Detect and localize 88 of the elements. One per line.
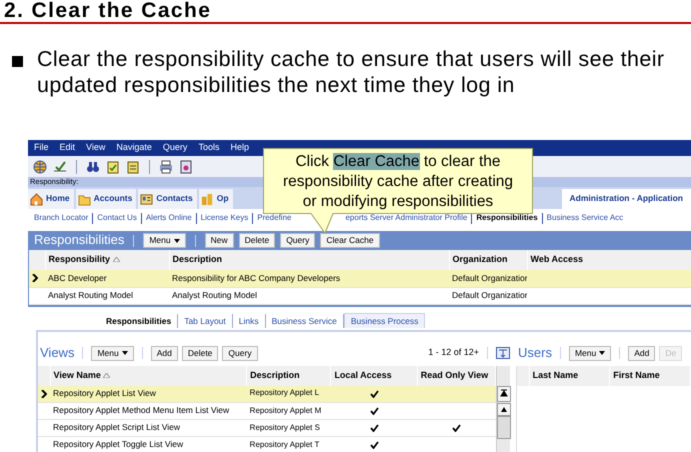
menu-button[interactable]: Menu <box>143 233 186 248</box>
column-header[interactable]: Description <box>246 366 331 386</box>
column-header[interactable]: Local Access <box>330 366 418 386</box>
nav-link[interactable]: eports Server Administrator Profile <box>341 214 472 222</box>
table-cell: Analyst Routing Model <box>169 287 449 304</box>
folder-icon <box>78 192 91 206</box>
table-cell: Repository Applet Toggle List View <box>50 436 247 452</box>
nav-link[interactable]: Contact Us <box>93 214 141 222</box>
nav-link[interactable]: Alerts Online <box>142 214 196 222</box>
nav-link[interactable]: License Keys <box>196 214 252 222</box>
applet-title: Responsibilities <box>34 233 124 248</box>
menu-item[interactable]: Help <box>230 143 249 153</box>
action-button[interactable]: Add <box>628 346 656 360</box>
tab[interactable]: Links <box>232 314 266 328</box>
sort-icon <box>112 257 120 262</box>
record-count: 1 - 12 of 12+ <box>428 348 479 358</box>
row-indicator-icon <box>41 390 47 398</box>
column-header[interactable]: Last Name <box>529 366 610 386</box>
table-cell: Repository Applet Method Menu Item List View <box>50 402 247 420</box>
table-cell: Repository Applet T <box>246 436 331 452</box>
clipboard-icon[interactable] <box>106 160 120 174</box>
coins-icon <box>200 192 214 206</box>
menu-item[interactable]: Edit <box>60 143 76 153</box>
table-cell: Analyst Routing Model <box>45 287 169 304</box>
tab[interactable]: Accounts <box>76 189 136 209</box>
house-icon <box>30 192 43 206</box>
table-row[interactable]: Repository Applet Script List View Repository Applet S <box>38 420 496 436</box>
caret-icon <box>174 238 180 242</box>
menu-item[interactable]: Navigate <box>116 143 152 153</box>
table-cell: ABC Developer <box>45 270 169 287</box>
menu-item[interactable]: File <box>34 143 49 153</box>
column-header[interactable]: View Name <box>50 366 247 386</box>
action-button[interactable]: Query <box>222 346 258 360</box>
nav-link[interactable]: Branch Locator <box>30 214 92 222</box>
action-button[interactable]: New <box>204 233 234 248</box>
action-button[interactable]: Query <box>280 233 316 248</box>
column-header[interactable]: Responsibility <box>45 250 169 270</box>
clipboard-icon[interactable] <box>126 160 140 174</box>
binoculars-icon[interactable] <box>86 160 100 174</box>
column-header[interactable]: Read Only View <box>417 366 496 386</box>
document-icon[interactable] <box>179 160 193 174</box>
callout-text: Click Clear Cache to clear the responsibility cache after creating or modifying responsibilities <box>282 152 514 212</box>
check-icon[interactable] <box>53 160 67 174</box>
action-button[interactable]: Delete <box>182 346 218 360</box>
tab[interactable]: Op <box>198 189 233 209</box>
nav-link[interactable]: Responsibilities <box>472 214 542 222</box>
table-cell: Repository Applet S <box>246 420 331 436</box>
action-button[interactable]: Clear Cache <box>320 233 380 248</box>
menu-item[interactable]: Tools <box>198 143 220 153</box>
menu-item[interactable]: View <box>86 143 106 153</box>
column-header[interactable]: Organization <box>449 250 527 270</box>
table-cell: Repository Applet Script List View <box>50 420 247 436</box>
table-cell: Responsibility for ABC Company Developers <box>169 270 449 287</box>
tab[interactable]: Tab Layout <box>178 314 233 328</box>
action-button[interactable]: Delete <box>238 233 276 248</box>
nav-link[interactable]: Business Service Acc <box>542 214 628 222</box>
tab[interactable]: Responsibilities <box>100 314 178 328</box>
table-cell: Repository Applet L <box>246 386 331 402</box>
tab[interactable]: Business Process <box>344 313 426 328</box>
table-cell: Repository Applet M <box>246 402 331 420</box>
nav-link[interactable]: Predefine <box>253 214 296 222</box>
bullet-text: Clear the responsibility cache to ensure that users will see their updated responsibilities the next time they log in <box>37 46 666 99</box>
printer-icon[interactable] <box>159 160 173 174</box>
caret-icon <box>122 351 128 355</box>
layout-toggle-icon[interactable] <box>496 347 510 359</box>
contact-card-icon <box>140 192 154 206</box>
menu-button[interactable]: Menu <box>568 346 612 360</box>
tab[interactable]: Administration - Application <box>562 189 691 209</box>
caret-icon <box>599 351 606 355</box>
action-button[interactable]: Add <box>150 346 178 360</box>
column-header[interactable]: Web Access <box>527 250 691 270</box>
table-cell: Repository Applet List View <box>50 386 247 402</box>
tab[interactable]: Contacts <box>138 189 197 209</box>
column-header[interactable]: Description <box>169 250 449 270</box>
bullet-icon <box>12 56 23 67</box>
row-indicator-icon <box>32 274 38 282</box>
table-row[interactable]: Repository Applet List View Repository Applet L <box>38 386 496 402</box>
scrollbar[interactable] <box>497 386 511 440</box>
slide-title: 2. Clear the Cache <box>0 0 691 24</box>
menu-item[interactable]: Query <box>162 143 188 153</box>
applet-title: Users <box>518 346 552 360</box>
menu-button[interactable]: Menu <box>91 346 134 360</box>
tab[interactable]: Home <box>28 189 74 209</box>
table-row[interactable]: Repository Applet Method Menu Item List View Repository Applet M <box>38 402 496 420</box>
sort-icon <box>103 372 110 378</box>
globe-icon[interactable] <box>33 160 47 174</box>
column-header[interactable]: First Name <box>610 366 690 386</box>
applet-title: Views <box>40 346 74 360</box>
